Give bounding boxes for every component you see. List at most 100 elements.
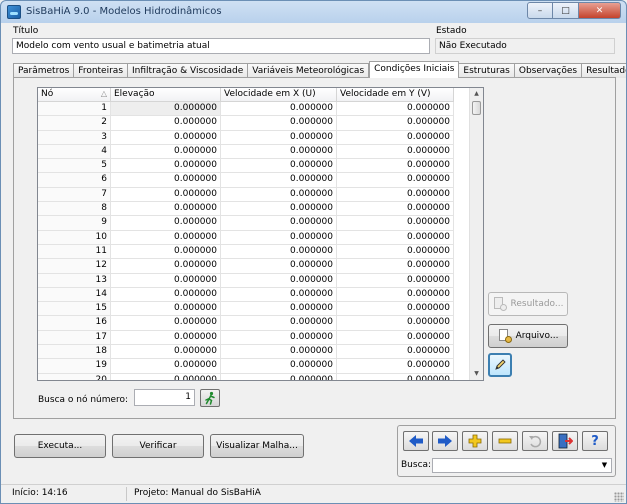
table-cell-velocidade-y[interactable]: 0.000000: [337, 130, 454, 145]
table-cell-no[interactable]: 19: [38, 359, 111, 374]
table-cell-velocidade-y[interactable]: 0.000000: [337, 316, 454, 331]
table-cell-velocidade-x[interactable]: 0.000000: [221, 302, 337, 317]
search-node-input[interactable]: 1: [134, 389, 195, 406]
table-cell-velocidade-x[interactable]: 0.000000: [221, 187, 337, 203]
tab-condicoes-iniciais[interactable]: Condições Iniciais: [369, 61, 460, 78]
table-cell-velocidade-x[interactable]: 0.000000: [221, 345, 337, 360]
tab-resultados[interactable]: Resultados: [582, 63, 626, 78]
verify-button[interactable]: Verificar: [112, 434, 204, 458]
table-row[interactable]: 5 0.000000 0.000000 0.000000: [38, 159, 454, 174]
add-button[interactable]: [462, 431, 488, 451]
undo-button[interactable]: [522, 431, 548, 451]
table-cell-no[interactable]: 6: [38, 173, 111, 188]
initial-conditions-table[interactable]: Nó △ Elevação Velocidade em X (U) Veloci…: [37, 87, 484, 381]
result-button[interactable]: Resultado...: [488, 292, 568, 316]
execute-button[interactable]: Executa...: [14, 434, 106, 458]
title-bar[interactable]: SisBaHiA 9.0 - Modelos Hidrodinâmicos – …: [1, 1, 626, 23]
table-cell-velocidade-y[interactable]: 0.000000: [337, 173, 454, 188]
table-cell-elevacao[interactable]: 0.000000: [111, 316, 221, 331]
table-cell-velocidade-x[interactable]: 0.000000: [221, 287, 337, 303]
scroll-up-icon[interactable]: ▲: [470, 88, 483, 100]
table-cell-no[interactable]: 1: [38, 102, 111, 117]
table-cell-elevacao[interactable]: 0.000000: [111, 102, 221, 117]
table-cell-velocidade-x[interactable]: 0.000000: [221, 259, 337, 274]
column-header-no[interactable]: Nó △: [38, 88, 111, 102]
table-cell-velocidade-x[interactable]: 0.000000: [221, 159, 337, 174]
table-cell-velocidade-y[interactable]: 0.000000: [337, 116, 454, 131]
table-row[interactable]: 20 0.000000 0.000000 0.000000: [38, 373, 454, 380]
table-cell-velocidade-x[interactable]: 0.000000: [221, 230, 337, 245]
table-cell-velocidade-y[interactable]: 0.000000: [337, 187, 454, 203]
exit-button[interactable]: [552, 431, 578, 451]
table-cell-velocidade-y[interactable]: 0.000000: [337, 216, 454, 231]
table-cell-elevacao[interactable]: 0.000000: [111, 159, 221, 174]
table-scrollbar[interactable]: ▲ ▼: [469, 88, 483, 380]
table-cell-elevacao[interactable]: 0.000000: [111, 244, 221, 260]
table-row[interactable]: 13 0.000000 0.000000 0.000000: [38, 273, 454, 288]
forward-button[interactable]: [432, 431, 458, 451]
column-header-velocidade-x[interactable]: Velocidade em X (U): [221, 88, 337, 102]
table-cell-velocidade-y[interactable]: 0.000000: [337, 144, 454, 160]
table-cell-velocidade-y[interactable]: 0.000000: [337, 230, 454, 245]
table-cell-no[interactable]: 4: [38, 144, 111, 160]
table-cell-velocidade-x[interactable]: 0.000000: [221, 273, 337, 288]
tab-parametros[interactable]: Parâmetros: [13, 63, 75, 78]
tab-variaveis-meteorologicas[interactable]: Variáveis Meteorológicas: [248, 63, 370, 78]
table-cell-elevacao[interactable]: 0.000000: [111, 202, 221, 217]
table-cell-velocidade-y[interactable]: 0.000000: [337, 330, 454, 346]
table-cell-no[interactable]: 11: [38, 244, 111, 260]
column-header-elevacao[interactable]: Elevação: [111, 88, 221, 102]
resize-grip-icon[interactable]: [614, 492, 624, 502]
table-cell-elevacao[interactable]: 0.000000: [111, 116, 221, 131]
table-row[interactable]: 16 0.000000 0.000000 0.000000: [38, 316, 454, 331]
table-cell-velocidade-y[interactable]: 0.000000: [337, 273, 454, 288]
table-cell-elevacao[interactable]: 0.000000: [111, 173, 221, 188]
table-cell-no[interactable]: 20: [38, 373, 111, 380]
table-cell-no[interactable]: 13: [38, 273, 111, 288]
table-cell-elevacao[interactable]: 0.000000: [111, 359, 221, 374]
table-cell-velocidade-y[interactable]: 0.000000: [337, 287, 454, 303]
table-cell-no[interactable]: 15: [38, 302, 111, 317]
table-row[interactable]: 18 0.000000 0.000000 0.000000: [38, 345, 454, 360]
table-cell-elevacao[interactable]: 0.000000: [111, 373, 221, 380]
table-row[interactable]: 8 0.000000 0.000000 0.000000: [38, 202, 454, 217]
table-cell-velocidade-x[interactable]: 0.000000: [221, 216, 337, 231]
table-row[interactable]: 7 0.000000 0.000000 0.000000: [38, 187, 454, 203]
table-cell-elevacao[interactable]: 0.000000: [111, 187, 221, 203]
minimize-button[interactable]: –: [527, 2, 553, 19]
table-cell-velocidade-y[interactable]: 0.000000: [337, 373, 454, 380]
table-cell-elevacao[interactable]: 0.000000: [111, 130, 221, 145]
table-row[interactable]: 14 0.000000 0.000000 0.000000: [38, 287, 454, 303]
scroll-thumb[interactable]: [472, 101, 481, 115]
table-cell-no[interactable]: 7: [38, 187, 111, 203]
close-button[interactable]: ✕: [579, 2, 621, 19]
table-cell-velocidade-y[interactable]: 0.000000: [337, 159, 454, 174]
remove-button[interactable]: [492, 431, 518, 451]
table-row[interactable]: 10 0.000000 0.000000 0.000000: [38, 230, 454, 245]
table-cell-elevacao[interactable]: 0.000000: [111, 345, 221, 360]
title-input[interactable]: Modelo com vento usual e batimetria atua…: [12, 38, 430, 54]
table-cell-velocidade-y[interactable]: 0.000000: [337, 244, 454, 260]
table-cell-velocidade-y[interactable]: 0.000000: [337, 359, 454, 374]
table-cell-elevacao[interactable]: 0.000000: [111, 216, 221, 231]
table-cell-no[interactable]: 16: [38, 316, 111, 331]
table-row[interactable]: 1 0.000000 0.000000 0.000000: [38, 102, 454, 117]
table-row[interactable]: 19 0.000000 0.000000 0.000000: [38, 359, 454, 374]
view-mesh-button[interactable]: Visualizar Malha...: [210, 434, 304, 458]
table-row[interactable]: 9 0.000000 0.000000 0.000000: [38, 216, 454, 231]
edit-button[interactable]: [488, 353, 512, 377]
table-cell-no[interactable]: 17: [38, 330, 111, 346]
tab-infiltracao-viscosidade[interactable]: Infiltração & Viscosidade: [128, 63, 249, 78]
table-cell-velocidade-y[interactable]: 0.000000: [337, 202, 454, 217]
table-cell-velocidade-x[interactable]: 0.000000: [221, 144, 337, 160]
table-row[interactable]: 4 0.000000 0.000000 0.000000: [38, 144, 454, 160]
table-row[interactable]: 15 0.000000 0.000000 0.000000: [38, 302, 454, 317]
table-row[interactable]: 2 0.000000 0.000000 0.000000: [38, 116, 454, 131]
table-row[interactable]: 3 0.000000 0.000000 0.000000: [38, 130, 454, 145]
table-cell-velocidade-x[interactable]: 0.000000: [221, 102, 337, 117]
maximize-button[interactable]: □: [553, 2, 579, 19]
tab-fronteiras[interactable]: Fronteiras: [74, 63, 129, 78]
table-cell-velocidade-x[interactable]: 0.000000: [221, 359, 337, 374]
table-row[interactable]: 12 0.000000 0.000000 0.000000: [38, 259, 454, 274]
table-cell-velocidade-x[interactable]: 0.000000: [221, 173, 337, 188]
